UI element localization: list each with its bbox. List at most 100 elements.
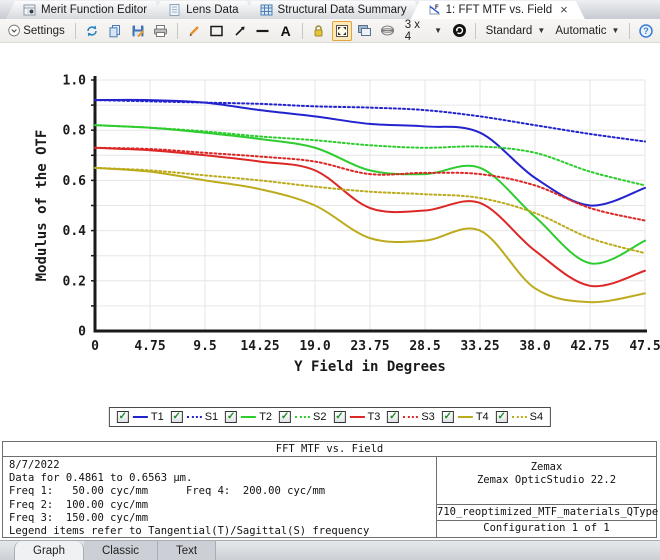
globe-button[interactable] xyxy=(378,21,398,41)
rectangle-tool-button[interactable] xyxy=(207,21,227,41)
legend-swatch-S1 xyxy=(186,416,202,418)
tab-fft-mtf-vs-field[interactable]: F 1: FFT MTF vs. Field × xyxy=(411,1,585,19)
svg-text:0.8: 0.8 xyxy=(63,124,87,139)
tab-text[interactable]: Text xyxy=(158,541,217,560)
legend-label-T1: T1 xyxy=(150,411,164,423)
legend-item-S2[interactable]: ✓ S2 xyxy=(279,411,327,423)
legend-item-S4[interactable]: ✓ S4 xyxy=(495,411,544,423)
tab-classic[interactable]: Classic xyxy=(83,541,159,560)
toolbar-separator xyxy=(176,22,178,39)
app-window: Merit Function Editor Lens Data Structur… xyxy=(0,0,660,560)
legend-checkbox-T3[interactable]: ✓ xyxy=(333,411,346,423)
print-icon xyxy=(154,24,168,37)
globe-icon xyxy=(381,25,395,36)
legend-label-T2: T2 xyxy=(259,411,273,423)
text-tool-button[interactable]: A xyxy=(276,21,296,41)
tab-lens-data[interactable]: Lens Data xyxy=(151,1,255,19)
legend-item-S3[interactable]: ✓ S3 xyxy=(387,411,435,423)
toolbar-separator xyxy=(629,22,630,39)
legend-checkbox-S3[interactable]: ✓ xyxy=(387,411,400,423)
analysis-info-panel: FFT MTF vs. Field 8/7/2022 Data for 0.48… xyxy=(2,441,660,538)
legend-item-T4[interactable]: ✓ T4 xyxy=(441,411,489,423)
line-tool-button[interactable] xyxy=(253,21,273,41)
text-tool-icon: A xyxy=(280,22,291,39)
tab-merit-function-editor[interactable]: Merit Function Editor xyxy=(6,1,164,19)
legend-checkbox-T1[interactable]: ✓ xyxy=(116,411,129,423)
mtf-chart-canvas: 0 0.2 0.4 0.6 0.8 1.0 0 4.75 9.5 14.25 19.0 23.75 28… xyxy=(34,74,660,376)
svg-text:28.5: 28.5 xyxy=(409,339,440,354)
overlay-window-icon xyxy=(358,25,372,36)
svg-text:Y Field in Degrees: Y Field in Degrees xyxy=(294,359,446,375)
legend-item-T2[interactable]: ✓ T2 xyxy=(225,411,272,423)
legend-label-S4: S4 xyxy=(529,411,544,423)
svg-text:42.75: 42.75 xyxy=(570,339,609,354)
tab-graph[interactable]: Graph xyxy=(14,541,84,560)
lens-file-name: 710_reoptimized_MTF_materials_QType.zmx xyxy=(437,505,660,521)
legend-swatch-S3 xyxy=(403,416,419,418)
svg-text:33.25: 33.25 xyxy=(460,339,499,354)
save-icon xyxy=(132,25,144,37)
legend-checkbox-T4[interactable]: ✓ xyxy=(441,411,454,423)
pencil-tool-button[interactable] xyxy=(184,21,204,41)
chart-region: 0 0.2 0.4 0.6 0.8 1.0 0 4.75 9.5 14.25 19.0 23.75 28… xyxy=(0,44,660,440)
view-tab-bar: Graph Classic Text xyxy=(0,540,660,560)
freq-3: Freq 3: 150.00 cyc/mm xyxy=(9,511,149,524)
reset-view-button[interactable] xyxy=(449,21,469,41)
help-button[interactable]: ? xyxy=(636,21,656,41)
chevron-down-icon: ▼ xyxy=(434,26,443,35)
svg-text:47.5: 47.5 xyxy=(629,339,660,354)
legend-item-T3[interactable]: ✓ T3 xyxy=(333,411,380,423)
legend-swatch-T2 xyxy=(241,416,257,418)
copy-icon xyxy=(109,24,120,37)
print-button[interactable] xyxy=(151,21,171,41)
svg-text:23.75: 23.75 xyxy=(350,339,389,354)
analysis-summary-text: 8/7/2022 Data for 0.4861 to 0.6563 μm. F… xyxy=(3,457,436,537)
configuration-label: Configuration 1 of 1 xyxy=(483,522,610,534)
freq-1-and-4: Freq 1: 50.00 cyc/mm Freq 4: 200.00 cyc/… xyxy=(9,485,326,498)
overlay-window-button[interactable] xyxy=(355,21,375,41)
legend-checkbox-S1[interactable]: ✓ xyxy=(170,411,183,423)
mtf-plot-icon: F xyxy=(428,4,441,16)
automatic-dropdown[interactable]: Automatic ▼ xyxy=(552,21,623,41)
pencil-icon xyxy=(189,25,199,36)
analysis-toolbar: Settings A 3 x 4 ▼ Standard ▼ Automatic … xyxy=(0,19,660,43)
legend-checkbox-S2[interactable]: ✓ xyxy=(279,411,292,423)
svg-text:14.25: 14.25 xyxy=(240,339,279,354)
legend-label-T4: T4 xyxy=(475,411,489,423)
svg-text:0.4: 0.4 xyxy=(63,224,87,239)
rectangle-icon xyxy=(210,25,223,36)
chevron-down-circle-icon xyxy=(8,24,20,37)
toolbar-separator xyxy=(74,22,76,39)
standard-dropdown-label: Standard xyxy=(485,24,533,37)
chevron-down-icon: ▼ xyxy=(611,26,620,35)
grid-size-dropdown[interactable]: 3 x 4 ▼ xyxy=(401,18,446,43)
legend-item-S1[interactable]: ✓ S1 xyxy=(170,411,218,423)
grid-size-label: 3 x 4 xyxy=(404,18,421,43)
brand-name: Zemax xyxy=(530,461,563,473)
arrow-tool-button[interactable] xyxy=(230,21,250,41)
copy-button[interactable] xyxy=(105,21,125,41)
svg-text:38.0: 38.0 xyxy=(519,339,550,354)
legend-label-S2: S2 xyxy=(313,411,327,423)
refresh-icon xyxy=(86,25,97,36)
standard-dropdown[interactable]: Standard ▼ xyxy=(482,21,549,41)
save-button[interactable] xyxy=(128,21,148,41)
tab-close-icon[interactable]: × xyxy=(560,5,568,15)
toolbar-separator xyxy=(301,22,303,39)
refresh-button[interactable] xyxy=(82,21,102,41)
svg-text:Modulus of the OTF: Modulus of the OTF xyxy=(34,130,50,282)
legend-item-T1[interactable]: ✓ T1 xyxy=(116,411,164,423)
fit-to-window-button[interactable] xyxy=(331,20,352,41)
svg-text:9.5: 9.5 xyxy=(193,339,216,354)
legend-swatch-S2 xyxy=(295,416,311,418)
legend-checkbox-S4[interactable]: ✓ xyxy=(495,411,508,423)
info-panel-title: FFT MTF vs. Field xyxy=(3,442,656,457)
merit-function-editor-icon xyxy=(23,4,36,16)
tab-structural-data-summary[interactable]: Structural Data Summary xyxy=(243,1,424,19)
settings-button[interactable]: Settings xyxy=(4,21,69,41)
legend-checkbox-T2[interactable]: ✓ xyxy=(225,411,238,423)
lock-button[interactable] xyxy=(309,21,329,41)
legend-swatch-T1 xyxy=(132,416,148,418)
line-icon xyxy=(256,29,269,32)
svg-text:?: ? xyxy=(643,26,649,36)
